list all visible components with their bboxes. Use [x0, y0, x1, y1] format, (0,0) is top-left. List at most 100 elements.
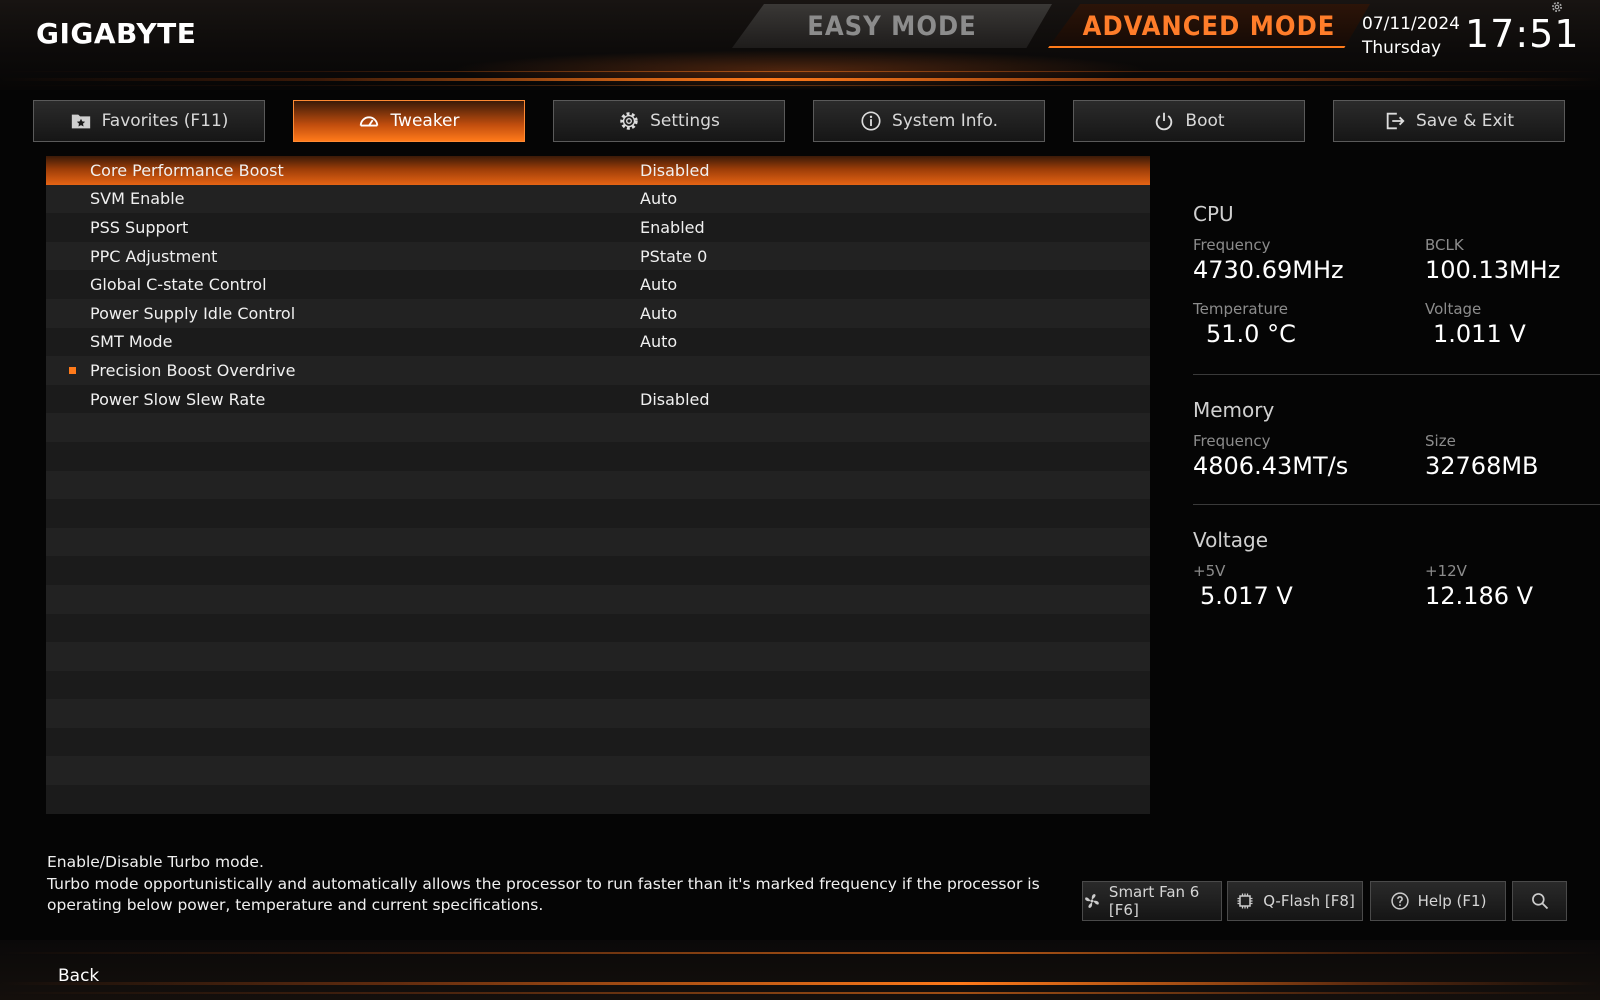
gear-icon: [620, 112, 638, 130]
setting-row-global-c-state-control[interactable]: Global C-state Control Auto: [46, 270, 1150, 299]
help-description: Enable/Disable Turbo mode. Turbo mode op…: [47, 852, 1077, 917]
section-divider: [1193, 374, 1600, 375]
voltage-5v-value: 5.017 V: [1200, 582, 1293, 610]
info-icon: [861, 111, 881, 131]
setting-label: Core Performance Boost: [90, 160, 284, 180]
bclk-value: 100.13MHz: [1425, 256, 1561, 284]
empty-row: [46, 441, 1150, 471]
help-icon: [1390, 892, 1409, 910]
tab-label: Favorites (F11): [101, 111, 229, 131]
empty-row: [46, 527, 1150, 557]
tab-boot[interactable]: Boot: [1073, 100, 1305, 142]
bottom-bar: [0, 940, 1600, 1000]
qflash-button[interactable]: Q-Flash [F8]: [1227, 881, 1363, 921]
setting-row-power-supply-idle-control[interactable]: Power Supply Idle Control Auto: [46, 298, 1150, 328]
description-line: Enable/Disable Turbo mode.: [47, 853, 264, 871]
cpu-voltage-label: Voltage: [1425, 300, 1482, 318]
help-label: Help (F1): [1417, 892, 1487, 910]
empty-row: [46, 413, 1150, 442]
settings-list: Core Performance Boost Disabled SVM Enab…: [46, 156, 1150, 814]
setting-value[interactable]: Auto: [640, 332, 677, 351]
setting-row-smt-mode[interactable]: SMT Mode Auto: [46, 327, 1150, 357]
date-text: 07/11/2024: [1362, 14, 1460, 34]
tab-tweaker[interactable]: Tweaker: [293, 100, 525, 142]
setting-value[interactable]: Enabled: [640, 218, 705, 237]
tab-label: Boot: [1185, 111, 1225, 131]
search-icon: [1531, 893, 1548, 910]
tab-favorites[interactable]: Favorites (F11): [33, 100, 265, 142]
memory-size-label: Size: [1425, 432, 1456, 450]
empty-row: [46, 470, 1150, 500]
tab-label: Tweaker: [390, 111, 460, 131]
cpu-temperature-value: 51.0 °C: [1206, 320, 1296, 348]
cpu-frequency-label: Frequency: [1193, 236, 1271, 254]
chip-icon: [1237, 893, 1253, 909]
smart-fan-button[interactable]: Smart Fan 6 [F6]: [1082, 881, 1222, 921]
voltage-12v-label: +12V: [1425, 562, 1467, 580]
main-tabs: Favorites (F11) Tweaker Settings System …: [33, 100, 1568, 144]
setting-row-ppc-adjustment[interactable]: PPC Adjustment PState 0: [46, 241, 1150, 271]
cpu-temperature-label: Temperature: [1193, 300, 1289, 318]
top-header: GIGABYTE EASY MODE ADVANCED MODE 07/11/2…: [0, 0, 1600, 90]
voltage-section-title: Voltage: [1193, 528, 1269, 552]
setting-row-svm-enable[interactable]: SVM Enable Auto: [46, 184, 1150, 214]
bclk-label: BCLK: [1425, 236, 1464, 254]
setting-value[interactable]: Auto: [640, 275, 677, 294]
setting-label: SMT Mode: [90, 332, 173, 352]
qflash-label: Q-Flash [F8]: [1263, 892, 1355, 910]
setting-label: SVM Enable: [90, 189, 185, 209]
setting-value[interactable]: Disabled: [640, 161, 710, 180]
setting-label: PPC Adjustment: [90, 246, 218, 266]
tab-label: Save & Exit: [1416, 111, 1514, 131]
advanced-mode-button[interactable]: ADVANCED MODE: [1048, 4, 1370, 48]
gear-icon[interactable]: [1550, 0, 1564, 14]
fan-icon: [1085, 894, 1099, 908]
section-divider: [1193, 504, 1600, 505]
tab-system-info[interactable]: System Info.: [813, 100, 1045, 142]
setting-row-core-performance-boost[interactable]: Core Performance Boost Disabled: [46, 156, 1150, 185]
bottom-streak: [0, 982, 1600, 985]
empty-row: [46, 785, 1150, 814]
submenu-bullet-icon: [69, 367, 76, 375]
back-button[interactable]: Back: [58, 966, 99, 986]
description-line: Turbo mode opportunistically and automat…: [47, 874, 1040, 915]
easy-mode-button[interactable]: EASY MODE: [732, 4, 1052, 48]
help-button[interactable]: Help (F1): [1370, 881, 1506, 921]
setting-value[interactable]: Auto: [640, 304, 677, 323]
star-folder-icon: [71, 114, 90, 129]
empty-row: [46, 642, 1150, 671]
setting-label: Global C-state Control: [90, 275, 267, 295]
tab-save-exit[interactable]: Save & Exit: [1333, 100, 1565, 142]
gigabyte-logo: GIGABYTE: [36, 17, 197, 50]
voltage-12v-value: 12.186 V: [1425, 582, 1534, 610]
setting-value[interactable]: Auto: [640, 189, 677, 208]
clock-time: 17:51: [1465, 12, 1580, 56]
power-icon: [1156, 112, 1173, 131]
tab-settings[interactable]: Settings: [553, 100, 785, 142]
setting-value[interactable]: Disabled: [640, 390, 710, 409]
setting-value[interactable]: PState 0: [640, 247, 707, 266]
tab-label: Settings: [650, 111, 720, 131]
empty-row: [46, 756, 1150, 786]
exit-icon: [1386, 112, 1405, 130]
setting-row-power-slow-slew-rate[interactable]: Power Slow Slew Rate Disabled: [46, 384, 1150, 414]
memory-section-title: Memory: [1193, 398, 1275, 422]
header-streak: [0, 85, 1600, 86]
setting-row-pss-support[interactable]: PSS Support Enabled: [46, 213, 1150, 242]
memory-frequency-label: Frequency: [1193, 432, 1271, 450]
setting-row-precision-boost-overdrive[interactable]: Precision Boost Overdrive: [46, 356, 1150, 385]
header-glow: [450, 50, 1150, 90]
date-display: 07/11/2024 Thursday: [1362, 12, 1460, 60]
setting-label: Precision Boost Overdrive: [90, 360, 296, 380]
cpu-section-title: CPU: [1193, 202, 1234, 226]
setting-label: PSS Support: [90, 217, 189, 237]
empty-row: [46, 727, 1150, 757]
bottom-streak: [0, 992, 1600, 994]
memory-size-value: 32768MB: [1425, 452, 1539, 480]
cpu-voltage-value: 1.011 V: [1433, 320, 1526, 348]
day-text: Thursday: [1362, 38, 1442, 58]
setting-label: Power Slow Slew Rate: [90, 389, 266, 409]
search-button[interactable]: [1512, 881, 1567, 921]
empty-row: [46, 499, 1150, 528]
speedometer-icon: [360, 116, 379, 127]
